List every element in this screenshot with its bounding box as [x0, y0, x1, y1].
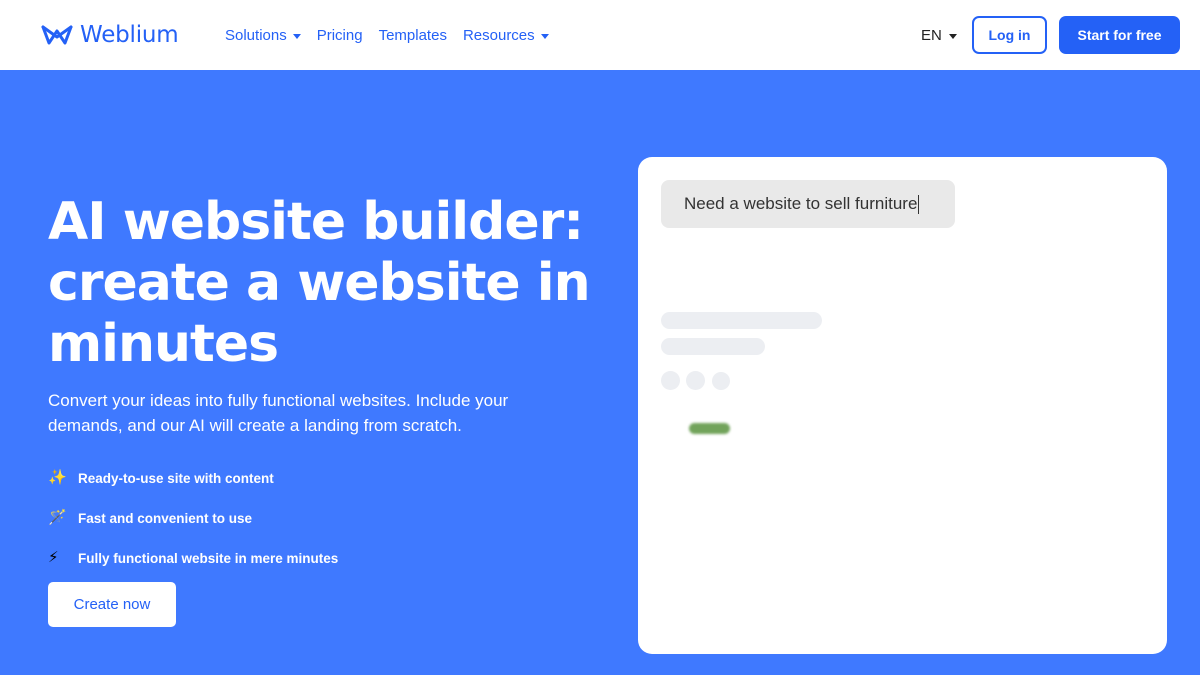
start-for-free-button[interactable]: Start for free	[1059, 16, 1180, 54]
skeleton-dot	[712, 372, 730, 390]
text-cursor	[918, 194, 920, 214]
nav-item-solutions[interactable]: Solutions	[225, 27, 301, 44]
nav-item-templates[interactable]: Templates	[379, 27, 447, 44]
nav-item-label: Templates	[378, 27, 447, 44]
main-nav: Solutions Pricing Templates Resources	[225, 27, 549, 44]
loading-indicator	[689, 423, 730, 434]
feature-label: Ready-to-use site with content	[78, 470, 274, 486]
nav-item-resources[interactable]: Resources	[463, 27, 549, 44]
feature-list: ✨ Ready-to-use site with content 🪄 Fast …	[48, 458, 338, 578]
caret-down-icon	[948, 33, 957, 39]
nav-item-label: Solutions	[225, 27, 287, 44]
skeleton-line	[661, 338, 765, 355]
feature-label: Fast and convenient to use	[78, 510, 253, 526]
nav-item-pricing[interactable]: Pricing	[317, 27, 363, 44]
logo-text: Weblium	[80, 22, 179, 48]
caret-down-icon	[292, 33, 301, 39]
hero-title-line: minutes	[48, 314, 279, 374]
create-now-button[interactable]: Create now	[48, 582, 176, 627]
lightning-icon: ⚡	[48, 549, 59, 566]
hero-title-line: AI website builder:	[48, 192, 584, 252]
magic-wand-icon: 🪄	[48, 509, 67, 526]
language-label: EN	[921, 27, 942, 44]
hero-title-line: create a website in	[48, 253, 591, 313]
skeleton-dot	[661, 371, 680, 390]
prompt-bubble: Need a website to sell furniture	[661, 180, 955, 228]
feature-item: ✨ Ready-to-use site with content	[48, 458, 338, 498]
skeleton-dot	[686, 371, 705, 390]
site-header: Weblium Solutions Pricing Templates Reso…	[0, 0, 1200, 70]
weblium-logo-icon	[41, 25, 73, 45]
caret-down-icon	[540, 33, 549, 39]
prompt-text: Need a website to sell furniture	[684, 194, 918, 213]
login-button[interactable]: Log in	[972, 16, 1047, 54]
language-selector[interactable]: EN	[921, 27, 957, 44]
nav-item-label: Resources	[462, 27, 535, 44]
sparkles-icon: ✨	[48, 469, 67, 486]
hero-title: AI website builder: create a website in …	[48, 192, 608, 375]
ai-preview-card: Need a website to sell furniture	[638, 157, 1167, 654]
feature-item: 🪄 Fast and convenient to use	[48, 498, 338, 538]
feature-label: Fully functional website in mere minutes	[78, 550, 339, 566]
feature-item: ⚡ Fully functional website in mere minut…	[48, 538, 338, 578]
skeleton-line	[661, 312, 822, 329]
weblium-logo[interactable]: Weblium	[40, 22, 179, 48]
nav-item-label: Pricing	[316, 27, 363, 44]
hero-subtitle: Convert your ideas into fully functional…	[48, 391, 509, 435]
